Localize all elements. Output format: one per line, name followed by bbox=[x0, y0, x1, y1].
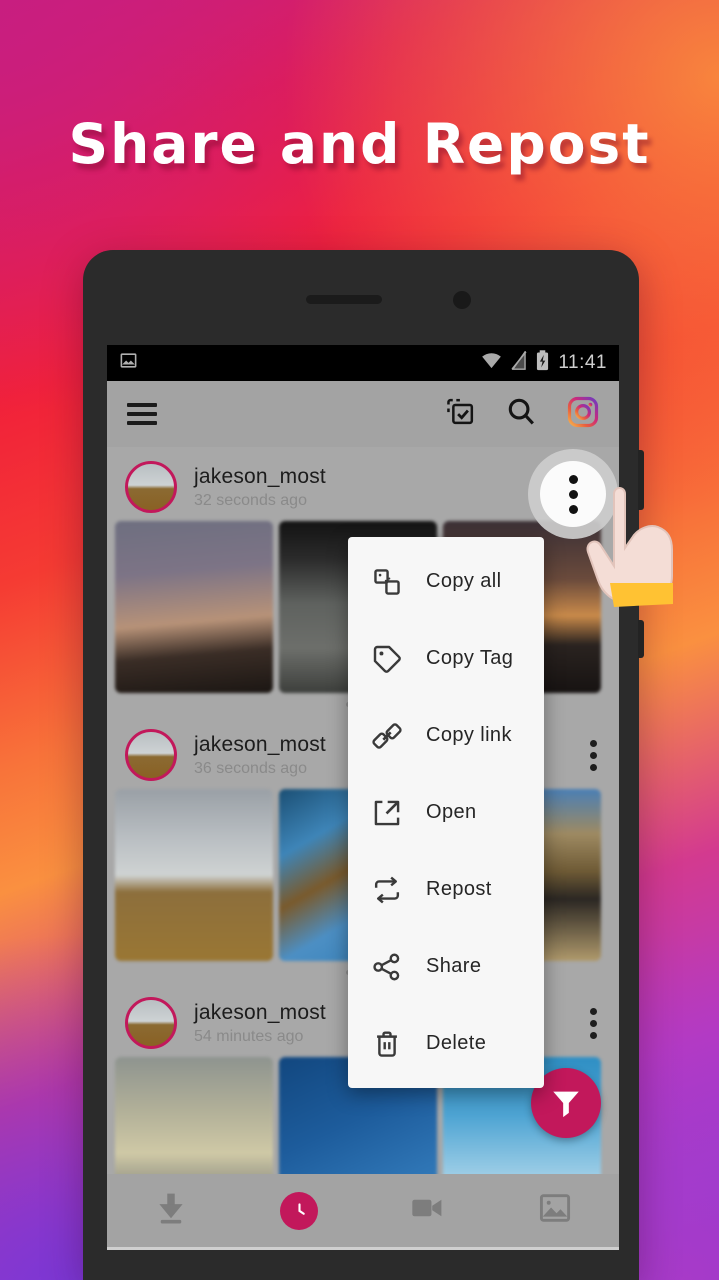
avatar[interactable] bbox=[125, 461, 177, 513]
promo-background: Share and Repost 11:41 jakeson_most 32 s… bbox=[0, 0, 719, 1280]
post-username: jakeson_most bbox=[194, 464, 326, 488]
bottom-navigation[interactable] bbox=[107, 1174, 619, 1250]
menu-item-label: Share bbox=[426, 955, 482, 977]
video-icon bbox=[409, 1190, 445, 1231]
copy-all-icon bbox=[370, 567, 404, 597]
menu-item-copy-tag[interactable]: Copy Tag bbox=[348, 620, 544, 697]
menu-item-copy-link[interactable]: Copy link bbox=[348, 697, 544, 774]
menu-item-open[interactable]: Open bbox=[348, 774, 544, 851]
post-timestamp: 32 seconds ago bbox=[194, 491, 307, 509]
avatar[interactable] bbox=[125, 729, 177, 781]
post-meta: jakeson_most 54 minutes ago bbox=[194, 1001, 326, 1046]
post-meta: jakeson_most 36 seconds ago bbox=[194, 733, 326, 778]
post-overflow-button[interactable] bbox=[590, 1007, 601, 1039]
post-username: jakeson_most bbox=[194, 1000, 326, 1024]
tag-icon bbox=[370, 644, 404, 674]
post-timestamp: 54 minutes ago bbox=[194, 1027, 304, 1045]
open-external-icon bbox=[370, 798, 404, 828]
download-icon bbox=[153, 1190, 189, 1231]
post-username: jakeson_most bbox=[194, 732, 326, 756]
select-all-icon[interactable] bbox=[445, 396, 476, 432]
trash-icon bbox=[370, 1029, 404, 1059]
menu-item-repost[interactable]: Repost bbox=[348, 851, 544, 928]
image-notification-icon bbox=[119, 351, 138, 375]
context-menu[interactable]: Copy all Copy Tag Copy link Open Repost Share… bbox=[348, 537, 544, 1088]
nav-history[interactable] bbox=[235, 1191, 363, 1230]
status-bar-clock: 11:41 bbox=[558, 352, 607, 373]
phone-volume-button bbox=[638, 620, 644, 658]
menu-item-label: Copy all bbox=[426, 570, 502, 592]
hamburger-menu-icon[interactable] bbox=[127, 398, 157, 430]
nav-downloads[interactable] bbox=[107, 1190, 235, 1231]
page-title: Share and Repost bbox=[68, 112, 651, 176]
instagram-icon[interactable] bbox=[567, 396, 599, 433]
battery-charging-icon bbox=[536, 350, 549, 376]
wifi-icon bbox=[481, 352, 502, 374]
nav-photos[interactable] bbox=[491, 1191, 619, 1230]
menu-item-label: Open bbox=[426, 801, 477, 823]
menu-item-delete[interactable]: Delete bbox=[348, 1005, 544, 1082]
thumb-powerlines-dusk[interactable] bbox=[115, 521, 273, 693]
menu-item-label: Copy Tag bbox=[426, 647, 514, 669]
menu-item-label: Copy link bbox=[426, 724, 512, 746]
post-timestamp: 36 seconds ago bbox=[194, 759, 307, 777]
gallery-icon bbox=[538, 1191, 572, 1230]
menu-item-label: Repost bbox=[426, 878, 492, 900]
signal-off-icon bbox=[511, 349, 527, 375]
nav-videos[interactable] bbox=[363, 1190, 491, 1231]
thumb-beach-desert[interactable] bbox=[115, 789, 273, 961]
app-toolbar bbox=[107, 381, 619, 447]
post-overflow-button[interactable] bbox=[590, 739, 601, 771]
filter-icon bbox=[553, 1091, 579, 1118]
share-icon bbox=[370, 952, 404, 982]
avatar[interactable] bbox=[125, 997, 177, 1049]
search-icon[interactable] bbox=[506, 396, 537, 432]
clock-icon bbox=[280, 1191, 318, 1230]
status-bar: 11:41 bbox=[107, 345, 619, 381]
phone-speaker bbox=[306, 295, 383, 304]
repost-icon bbox=[370, 875, 404, 905]
menu-item-share[interactable]: Share bbox=[348, 928, 544, 1005]
hand-cursor-icon bbox=[580, 480, 698, 613]
post-meta: jakeson_most 32 seconds ago bbox=[194, 465, 326, 510]
menu-item-copy-all[interactable]: Copy all bbox=[348, 543, 544, 620]
phone-camera-icon bbox=[452, 291, 471, 309]
link-icon bbox=[370, 721, 404, 751]
menu-item-label: Delete bbox=[426, 1032, 487, 1054]
